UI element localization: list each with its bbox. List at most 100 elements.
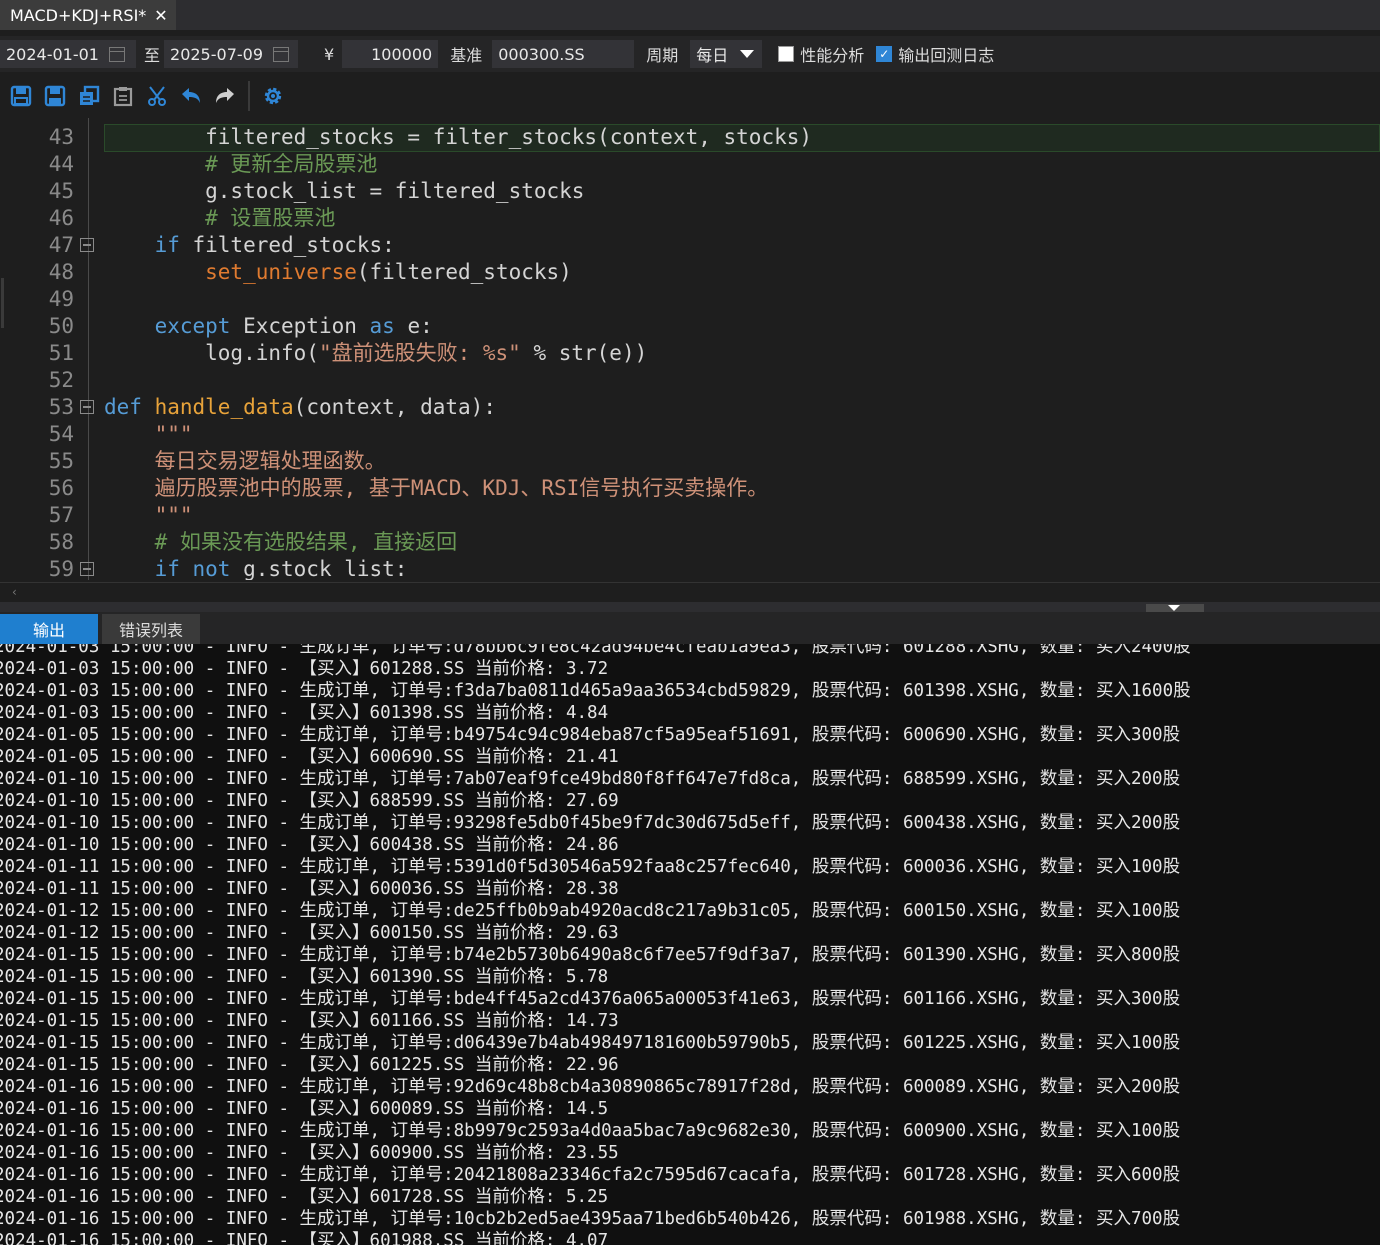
code-line[interactable]: 53 def handle_data(context, data):	[0, 394, 1380, 421]
end-date-field[interactable]: 2025-07-09	[164, 40, 299, 68]
code-token: """	[104, 503, 193, 527]
code-text: log.info("盘前选股失败: %s" % str(e))	[104, 340, 647, 367]
perf-analysis-checkbox[interactable]	[778, 46, 795, 62]
calendar-icon[interactable]	[108, 46, 125, 62]
code-token: (context, data):	[293, 395, 496, 419]
benchmark-label: 基准	[450, 46, 483, 65]
code-line[interactable]: 49	[0, 286, 1380, 313]
code-text: # 如果没有选股结果, 直接返回	[104, 529, 458, 556]
log-line: 2024-01-11 15:00:00 - INFO - 生成订单, 订单号:5…	[0, 857, 1181, 877]
copy-button[interactable]	[72, 79, 106, 113]
close-icon[interactable]: ✕	[154, 6, 167, 25]
line-number: 49	[48, 287, 74, 311]
scroll-left-icon[interactable]: ‹	[12, 585, 17, 599]
collapse-arrow-icon[interactable]	[1168, 605, 1180, 611]
tab-strategy-file[interactable]: MACD+KDJ+RSI* ✕	[0, 0, 176, 30]
log-line: 2024-01-10 15:00:00 - INFO - 生成订单, 订单号:9…	[0, 813, 1181, 833]
code-token: 遍历股票池中的股票, 基于MACD、KDJ、RSI信号执行买卖操作。	[104, 476, 769, 500]
output-log-checkbox[interactable]: ✓	[876, 46, 893, 62]
collapse-icon[interactable]	[80, 400, 94, 414]
log-line: 2024-01-16 15:00:00 - INFO - 【买入】600900.…	[0, 1143, 619, 1163]
code-line[interactable]: 54 """	[0, 421, 1380, 448]
log-line: 2024-01-15 15:00:00 - INFO - 生成订单, 订单号:d…	[0, 1033, 1181, 1053]
log-line: 2024-01-15 15:00:00 - INFO - 【买入】601390.…	[0, 967, 609, 987]
horizontal-scrollbar[interactable]: ‹	[0, 582, 1380, 603]
log-line: 2024-01-16 15:00:00 - INFO - 生成订单, 订单号:2…	[0, 1165, 1181, 1185]
code-line[interactable]: 57 """	[0, 502, 1380, 529]
save-button[interactable]	[4, 79, 38, 113]
log-line: 2024-01-12 15:00:00 - INFO - 【买入】600150.…	[0, 923, 619, 943]
line-number: 50	[48, 314, 74, 338]
log-line: 2024-01-16 15:00:00 - INFO - 【买入】600089.…	[0, 1099, 609, 1119]
start-date-field[interactable]: 2024-01-01	[0, 40, 136, 68]
code-token: handle_data	[154, 395, 294, 419]
line-number: 55	[48, 449, 74, 473]
line-number: 54	[48, 422, 74, 446]
save-as-icon	[44, 85, 66, 107]
capital-input[interactable]: 100000	[342, 40, 439, 68]
paste-button[interactable]	[106, 79, 140, 113]
line-number: 47	[48, 233, 74, 257]
code-line[interactable]: 56 遍历股票池中的股票, 基于MACD、KDJ、RSI信号执行买卖操作。	[0, 475, 1380, 502]
line-number: 43	[48, 125, 74, 149]
code-line[interactable]: 59 if not g.stock_list:	[0, 556, 1380, 580]
line-number: 46	[48, 206, 74, 230]
save-as-button[interactable]	[38, 79, 72, 113]
code-text: # 更新全局股票池	[104, 151, 377, 178]
code-line[interactable]: 51 log.info("盘前选股失败: %s" % str(e))	[0, 340, 1380, 367]
code-line[interactable]: 58 # 如果没有选股结果, 直接返回	[0, 529, 1380, 556]
code-line[interactable]: 48 set_universe(filtered_stocks)	[0, 259, 1380, 286]
log-line: 2024-01-15 15:00:00 - INFO - 【买入】601225.…	[0, 1055, 619, 1075]
code-token: Exception	[230, 314, 370, 338]
code-editor[interactable]: 43 filtered_stocks = filter_stocks(conte…	[0, 118, 1380, 580]
code-text: """	[104, 502, 193, 529]
collapse-icon[interactable]	[80, 562, 94, 576]
line-number: 57	[48, 503, 74, 527]
code-line[interactable]: 44 # 更新全局股票池	[0, 151, 1380, 178]
code-line[interactable]: 43 filtered_stocks = filter_stocks(conte…	[0, 124, 1380, 151]
output-log-label: 输出回测日志	[898, 46, 995, 65]
code-token: g.stock_list = filtered_stocks	[104, 179, 585, 203]
code-text: # 设置股票池	[104, 205, 335, 232]
chevron-down-icon	[740, 50, 755, 58]
calendar-icon[interactable]	[273, 46, 289, 62]
log-line: 2024-01-16 15:00:00 - INFO - 生成订单, 订单号:8…	[0, 1121, 1181, 1141]
log-line: 2024-01-15 15:00:00 - INFO - 生成订单, 订单号:b…	[0, 945, 1181, 965]
undo-button[interactable]	[174, 79, 208, 113]
end-date-value: 2025-07-09	[170, 44, 263, 64]
collapse-icon[interactable]	[80, 238, 94, 252]
code-text: """	[104, 421, 193, 448]
code-token: e:	[394, 314, 433, 338]
log-line: 2024-01-03 15:00:00 - INFO - 生成订单, 订单号:f…	[0, 681, 1191, 701]
code-token: except	[104, 314, 231, 338]
tab-output[interactable]: 输出	[0, 614, 98, 644]
code-line[interactable]: 50 except Exception as e:	[0, 313, 1380, 340]
cut-icon	[148, 86, 166, 106]
code-line[interactable]: 47 if filtered_stocks:	[0, 232, 1380, 259]
redo-button[interactable]	[208, 79, 242, 113]
tab-error-list[interactable]: 错误列表	[102, 614, 200, 644]
log-line: 2024-01-03 15:00:00 - INFO - 生成订单, 订单号:d…	[0, 644, 1191, 657]
code-line[interactable]: 52	[0, 367, 1380, 394]
code-line[interactable]: 46 # 设置股票池	[0, 205, 1380, 232]
code-line[interactable]: 55 每日交易逻辑处理函数。	[0, 448, 1380, 475]
code-token: % str(e))	[520, 341, 648, 365]
period-select[interactable]: 每日	[690, 40, 763, 68]
code-token: # 如果没有选股结果, 直接返回	[104, 530, 458, 554]
output-log[interactable]: 2024-01-03 15:00:00 - INFO - 生成订单, 订单号:d…	[0, 644, 1380, 1245]
code-token: set_universe	[104, 260, 357, 284]
period-label: 周期	[646, 46, 679, 65]
line-number: 56	[48, 476, 74, 500]
code-line[interactable]: 45 g.stock_list = filtered_stocks	[0, 178, 1380, 205]
log-line: 2024-01-15 15:00:00 - INFO - 【买入】601166.…	[0, 1011, 619, 1031]
benchmark-input[interactable]: 000300.SS	[492, 40, 635, 68]
cut-button[interactable]	[140, 79, 174, 113]
period-value: 每日	[696, 46, 729, 65]
line-number: 53	[48, 395, 74, 419]
to-label: 至	[144, 46, 161, 65]
panel-splitter[interactable]	[0, 602, 1380, 612]
undo-icon	[182, 88, 200, 103]
log-line: 2024-01-11 15:00:00 - INFO - 【买入】600036.…	[0, 879, 619, 899]
settings-button[interactable]	[256, 79, 290, 113]
editor-toolbar	[0, 76, 1380, 116]
